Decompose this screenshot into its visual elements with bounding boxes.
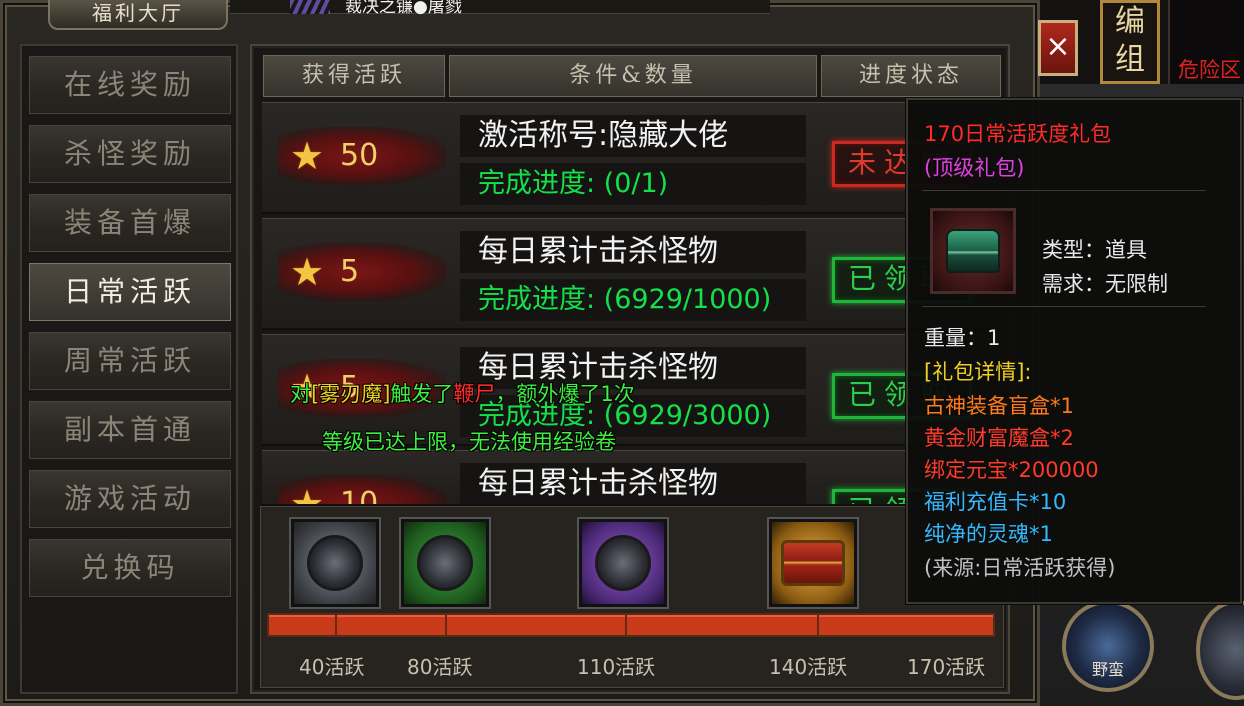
star-icon: ★ <box>290 134 325 178</box>
tooltip-type: 类型：道具 <box>1042 238 1147 262</box>
notice-decoration <box>290 0 330 14</box>
condition-progress: 完成进度: (0/1) <box>460 163 806 205</box>
danger-zone-label: 危险区 <box>1178 58 1241 82</box>
milestone-label: 80活跃 <box>407 655 473 679</box>
milestone-label: 170活跃 <box>907 655 986 679</box>
tooltip-content-item: 黄金财富魔盒*2 <box>924 426 1074 450</box>
header-status: 进度状态 <box>820 54 1002 98</box>
sidebar-item-online-reward[interactable]: 在线奖励 <box>27 54 233 116</box>
condition-progress: 完成进度: (6929/1000) <box>460 279 806 321</box>
chest-icon <box>595 535 651 591</box>
group-button[interactable]: 编组 <box>1100 0 1160 84</box>
tooltip-content-item: 福利充值卡*10 <box>924 490 1067 514</box>
sidebar-item-daily-activity[interactable]: 日常活跃 <box>27 261 233 323</box>
reward-chest-110[interactable] <box>579 519 667 607</box>
combat-notice-line2: 等级已达上限，无法使用经验卷 <box>322 430 616 454</box>
top-notice-name: 裁决之镰●屠戮 <box>345 0 462 17</box>
tooltip-divider <box>922 190 1206 191</box>
table-row: ★ 10 每日累计击杀怪物 已领取 <box>262 450 1002 506</box>
chest-icon <box>417 535 473 591</box>
tooltip-divider <box>922 306 1206 307</box>
milestone-label: 40活跃 <box>299 655 365 679</box>
skill-label: 野蛮 <box>1092 660 1125 679</box>
bar-divider <box>625 615 627 635</box>
header-condition: 条件&数量 <box>448 54 818 98</box>
reward-progress-area: 40活跃 80活跃 110活跃 140活跃 170活跃 <box>260 506 1004 688</box>
tooltip-source: (来源:日常活跃获得) <box>924 556 1116 580</box>
notice-prefix: 对 <box>290 382 311 406</box>
points-value: 50 <box>340 138 379 173</box>
notice-mid: 触发了 <box>390 382 454 406</box>
condition-title: 每日累计击杀怪物 <box>460 463 806 504</box>
item-tooltip: 170日常活跃度礼包 (顶级礼包) 类型：道具 需求：无限制 重量：1 [礼包详… <box>906 98 1242 604</box>
condition-title: 激活称号:隐藏大佬 <box>460 115 806 157</box>
sidebar-item-dungeon-first-clear[interactable]: 副本首通 <box>27 399 233 461</box>
tooltip-content-item: 古神装备盲盒*1 <box>924 394 1074 418</box>
chest-icon <box>307 535 363 591</box>
activity-progress-bar <box>267 613 995 637</box>
tooltip-requirement: 需求：无限制 <box>1042 272 1168 296</box>
points-badge: ★ 5 <box>278 243 446 301</box>
star-icon: ★ <box>290 482 325 506</box>
tooltip-content-item: 绑定元宝*200000 <box>924 458 1099 482</box>
reward-chest-40[interactable] <box>291 519 379 607</box>
danger-zone-indicator: 危险区 <box>1168 0 1244 84</box>
close-button[interactable]: × <box>1038 20 1078 76</box>
star-icon: ★ <box>290 250 325 294</box>
header-points: 获得活跃 <box>262 54 446 98</box>
table-row: ★ 5 每日累计击杀怪物 完成进度: (6929/1000) 已领取 <box>262 218 1002 330</box>
tooltip-weight: 重量：1 <box>924 326 1001 350</box>
chest-icon <box>946 229 1000 273</box>
bar-divider <box>445 615 447 635</box>
milestone-label: 110活跃 <box>577 655 656 679</box>
sidebar-item-first-drop[interactable]: 装备首爆 <box>27 192 233 254</box>
bar-divider <box>817 615 819 635</box>
combat-notice-line1: 对[雾刃魔]触发了鞭尸，额外爆了1次 <box>290 378 635 408</box>
sidebar-item-redeem-code[interactable]: 兑换码 <box>27 537 233 599</box>
top-notice-strip: 裁决之镰●屠戮 <box>230 0 770 17</box>
tooltip-title: 170日常活跃度礼包 <box>924 122 1112 146</box>
window-title: 福利大厅 <box>48 0 228 30</box>
skill-button-savage[interactable]: 野蛮 <box>1062 600 1154 692</box>
condition-title: 每日累计击杀怪物 <box>460 231 806 273</box>
treasure-chest-icon <box>781 540 845 586</box>
notice-suffix: ，额外爆了1次 <box>495 382 635 406</box>
category-sidebar: 在线奖励 杀怪奖励 装备首爆 日常活跃 周常活跃 副本首通 游戏活动 兑换码 <box>20 44 238 694</box>
points-badge: ★ 10 <box>278 475 446 506</box>
points-badge: ★ 50 <box>278 127 446 185</box>
notice-skill: 鞭尸 <box>453 382 496 406</box>
daily-activity-panel: 获得活跃 条件&数量 进度状态 ★ 50 激活称号:隐藏大佬 完成进度: (0/… <box>250 44 1010 694</box>
reward-chest-80[interactable] <box>401 519 489 607</box>
sidebar-item-game-events[interactable]: 游戏活动 <box>27 468 233 530</box>
table-row: ★ 50 激活称号:隐藏大佬 完成进度: (0/1) 未达成 <box>262 102 1002 214</box>
tooltip-content-item: 纯净的灵魂*1 <box>924 522 1053 546</box>
bar-divider <box>335 615 337 635</box>
gift-chest-icon <box>930 208 1016 294</box>
milestone-label: 140活跃 <box>769 655 848 679</box>
tooltip-subtitle: (顶级礼包) <box>924 156 1025 180</box>
reward-chest-140[interactable] <box>769 519 857 607</box>
sidebar-item-weekly-activity[interactable]: 周常活跃 <box>27 330 233 392</box>
points-value: 5 <box>340 254 360 289</box>
tooltip-details-header: [礼包详情]: <box>924 360 1032 384</box>
points-value: 10 <box>340 486 379 506</box>
notice-monster: [雾刃魔] <box>311 382 391 406</box>
sidebar-item-kill-reward[interactable]: 杀怪奖励 <box>27 123 233 185</box>
